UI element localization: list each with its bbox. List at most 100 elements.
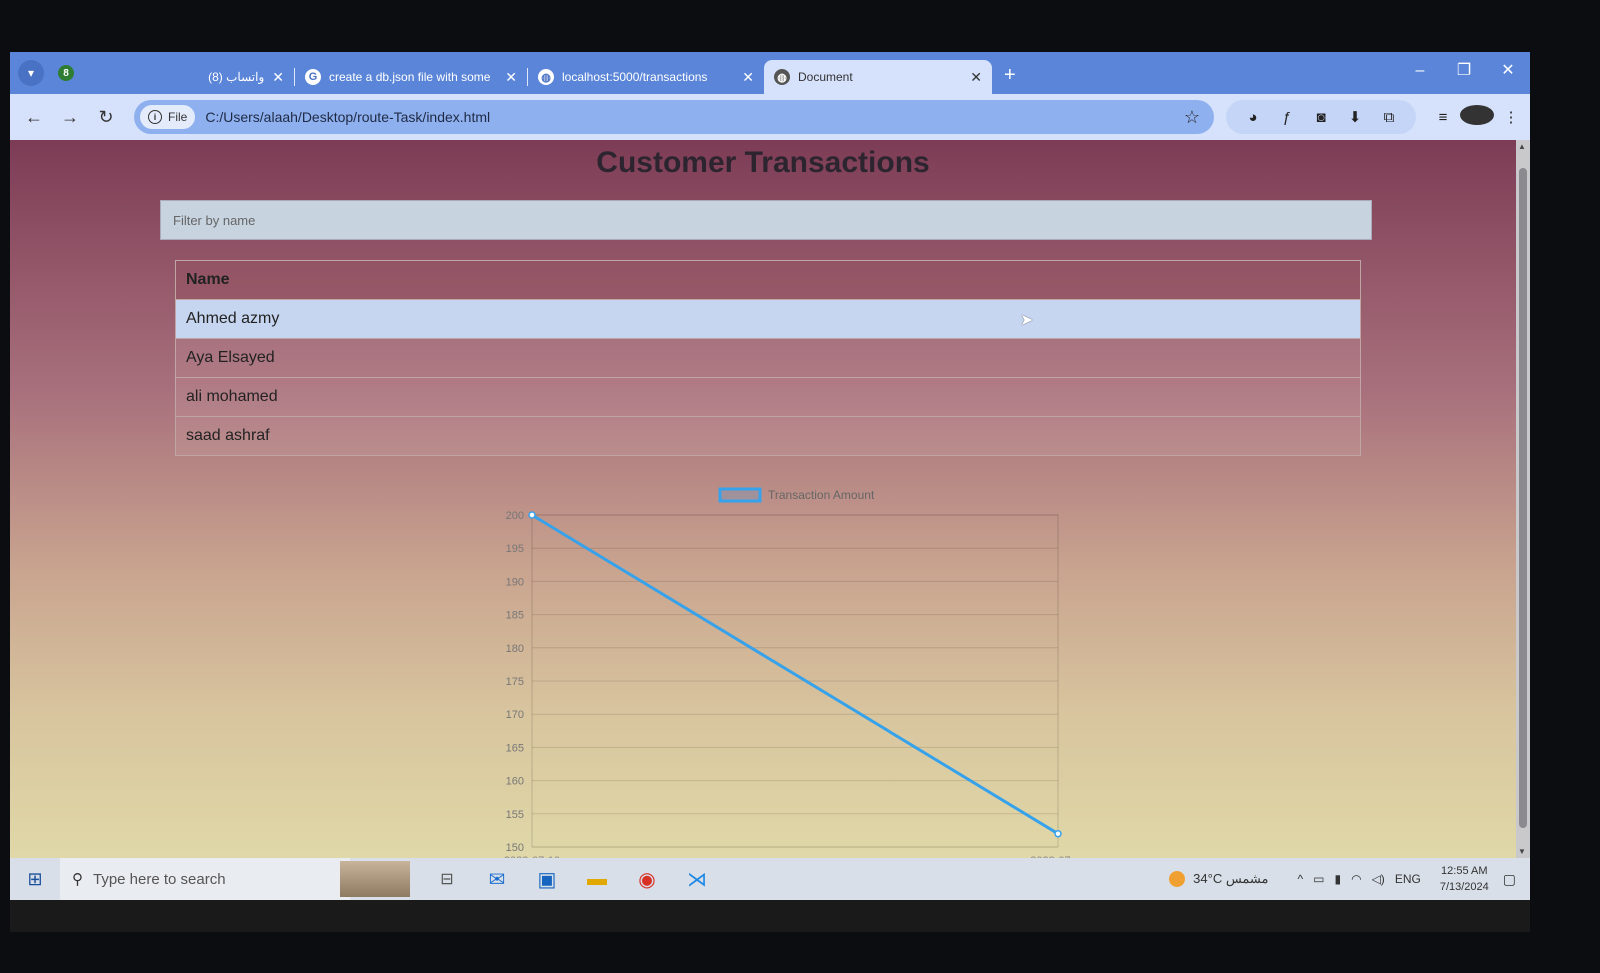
forward-button[interactable]: →	[52, 107, 88, 128]
tab-title: Document	[798, 70, 853, 84]
file-label: File	[168, 110, 188, 124]
volume-icon[interactable]: ◁)	[1372, 872, 1385, 886]
filter-by-name-input[interactable]	[160, 200, 1372, 240]
column-header-name: Name	[175, 260, 1361, 300]
page-title: Customer Transactions	[596, 146, 930, 179]
windows-taskbar: ⊞ ⚲ Type here to search ⊟ ✉ ▣ ▬ ◉ ⋊ 34°C…	[10, 858, 1530, 900]
info-icon: i	[148, 110, 162, 124]
table-row[interactable]: ali mohamed	[175, 377, 1361, 417]
window-controls: – ❐ ✕	[1398, 52, 1530, 94]
windows-start-icon[interactable]: ⊞	[10, 869, 60, 890]
close-icon[interactable]: ✕	[742, 69, 754, 86]
menu-kebab-icon[interactable]: ⋮	[1494, 108, 1528, 126]
series-line	[531, 513, 1059, 836]
vscode-icon[interactable]: ⋊	[672, 867, 722, 892]
scrollbar-thumb[interactable]	[1519, 168, 1527, 828]
tab-title: create a db.json file with some	[329, 70, 491, 84]
profile-avatar[interactable]	[1460, 105, 1494, 129]
table-row[interactable]: Ahmed azmy	[175, 299, 1361, 339]
tab-whatsapp[interactable]: واتساب (8) ✕	[184, 60, 294, 94]
table-row[interactable]: Aya Elsayed	[175, 338, 1361, 378]
y-tick-label: 160	[506, 776, 524, 788]
mail-icon[interactable]: ✉	[472, 867, 522, 892]
tab-title: localhost:5000/transactions	[562, 70, 708, 84]
customers-table: Name Ahmed azmy Aya Elsayed ali mohamed …	[175, 260, 1361, 456]
customer-name[interactable]: Aya Elsayed	[175, 338, 1361, 378]
taskbar-search-box[interactable]: ⚲ Type here to search	[60, 858, 350, 900]
window-close-button[interactable]: ✕	[1486, 52, 1530, 94]
legend-label: Transaction Amount	[768, 488, 875, 502]
y-tick-label: 200	[506, 510, 524, 522]
extensions-group: ◕ ƒ ◙ ⬇ ⧉	[1226, 100, 1416, 134]
file-explorer-icon[interactable]: ▬	[572, 868, 622, 891]
language-indicator[interactable]: ENG	[1395, 872, 1421, 886]
notifications-icon[interactable]: ▢	[1503, 871, 1516, 888]
meet-icon[interactable]: ▭	[1313, 872, 1324, 886]
task-view-icon[interactable]: ⊟	[422, 869, 472, 889]
search-highlight-image[interactable]	[340, 861, 410, 897]
download-extension-icon[interactable]: ⬇	[1338, 108, 1372, 126]
tab-group-badge[interactable]: 8	[58, 65, 74, 81]
minimize-button[interactable]: –	[1398, 52, 1442, 94]
weather-text: 34°C مشمس	[1193, 871, 1269, 886]
tab-title: واتساب (8)	[208, 70, 265, 84]
scroll-up-icon[interactable]: ▲	[1518, 142, 1526, 151]
laptop-screen: ▾ 8 واتساب (8) ✕ G create a db.json file…	[10, 52, 1530, 932]
google-icon: G	[305, 69, 321, 85]
clock[interactable]: 12:55 AM 7/13/2024	[1440, 863, 1489, 895]
tab-bar: ▾ 8 واتساب (8) ✕ G create a db.json file…	[10, 52, 1530, 94]
table-header-row: Name	[175, 260, 1361, 300]
pinned-apps: ⊟ ✉ ▣ ▬ ◉ ⋊	[422, 867, 722, 892]
store-icon[interactable]: ▣	[522, 867, 572, 892]
tab-google-search[interactable]: G create a db.json file with some ✕	[295, 60, 527, 94]
y-tick-label: 185	[506, 610, 524, 622]
table-row[interactable]: saad ashraf	[175, 416, 1361, 456]
close-icon[interactable]: ✕	[970, 69, 982, 86]
data-point	[1054, 829, 1062, 838]
tab-localhost[interactable]: ◍ localhost:5000/transactions ✕	[528, 60, 764, 94]
camera-extension-icon[interactable]: ◙	[1304, 109, 1338, 126]
transactions-chart: 1501551601651701751801851901952002023-07…	[470, 475, 1086, 858]
font-extension-icon[interactable]: ƒ	[1270, 109, 1304, 126]
reload-button[interactable]: ↻	[88, 107, 124, 128]
data-point	[528, 511, 536, 519]
tab-document[interactable]: ◍ Document ✕	[764, 60, 992, 94]
system-tray: 34°C مشمس ^ ▭ ▮ ◠ ◁) ENG 12:55 AM 7/13/2…	[1169, 858, 1516, 900]
customer-name[interactable]: Ahmed azmy	[175, 299, 1361, 339]
customer-name[interactable]: ali mohamed	[175, 377, 1361, 417]
url-text[interactable]: C:/Users/alaah/Desktop/route-Task/index.…	[205, 109, 1184, 125]
toolbar-tools: ≡ ⋮	[1426, 105, 1528, 129]
y-tick-label: 165	[506, 742, 524, 754]
clock-time: 12:55 AM	[1441, 865, 1488, 877]
weather-widget[interactable]: 34°C مشمس	[1169, 871, 1269, 887]
y-tick-label: 195	[506, 543, 524, 555]
globe-icon: ◍	[538, 69, 554, 85]
y-tick-label: 155	[506, 809, 524, 821]
tab-search-button[interactable]: ▾	[18, 60, 44, 86]
maximize-button[interactable]: ❐	[1442, 52, 1486, 94]
globe-icon: ◍	[774, 69, 790, 85]
wifi-icon[interactable]: ◠	[1351, 872, 1361, 886]
close-icon[interactable]: ✕	[272, 69, 284, 86]
close-icon[interactable]: ✕	[505, 69, 517, 86]
bookmark-star-icon[interactable]: ☆	[1184, 107, 1200, 128]
battery-icon[interactable]: ▮	[1334, 872, 1341, 886]
new-tab-button[interactable]: +	[1004, 64, 1016, 87]
omnibox[interactable]: i File C:/Users/alaah/Desktop/route-Task…	[134, 100, 1214, 134]
scroll-down-icon[interactable]: ▼	[1518, 847, 1526, 856]
color-picker-extension-icon[interactable]: ◕	[1236, 109, 1270, 126]
address-bar-row: ← → ↻ i File C:/Users/alaah/Desktop/rout…	[10, 94, 1530, 140]
media-control-icon[interactable]: ≡	[1426, 109, 1460, 126]
y-tick-label: 180	[506, 643, 524, 655]
page-scrollbar[interactable]: ▲ ▼	[1516, 140, 1530, 858]
show-hidden-icons-chevron-icon[interactable]: ^	[1298, 872, 1304, 886]
puzzle-extensions-icon[interactable]: ⧉	[1372, 109, 1406, 126]
page-content: Customer Transactions Name Ahmed azmy Ay…	[10, 140, 1516, 858]
mouse-cursor-icon: ➤	[1020, 312, 1034, 329]
chrome-icon[interactable]: ◉	[622, 867, 672, 892]
y-tick-label: 175	[506, 676, 524, 688]
back-button[interactable]: ←	[16, 107, 52, 128]
customer-name[interactable]: saad ashraf	[175, 416, 1361, 456]
y-tick-label: 150	[506, 842, 524, 854]
site-info-chip[interactable]: i File	[140, 105, 196, 129]
